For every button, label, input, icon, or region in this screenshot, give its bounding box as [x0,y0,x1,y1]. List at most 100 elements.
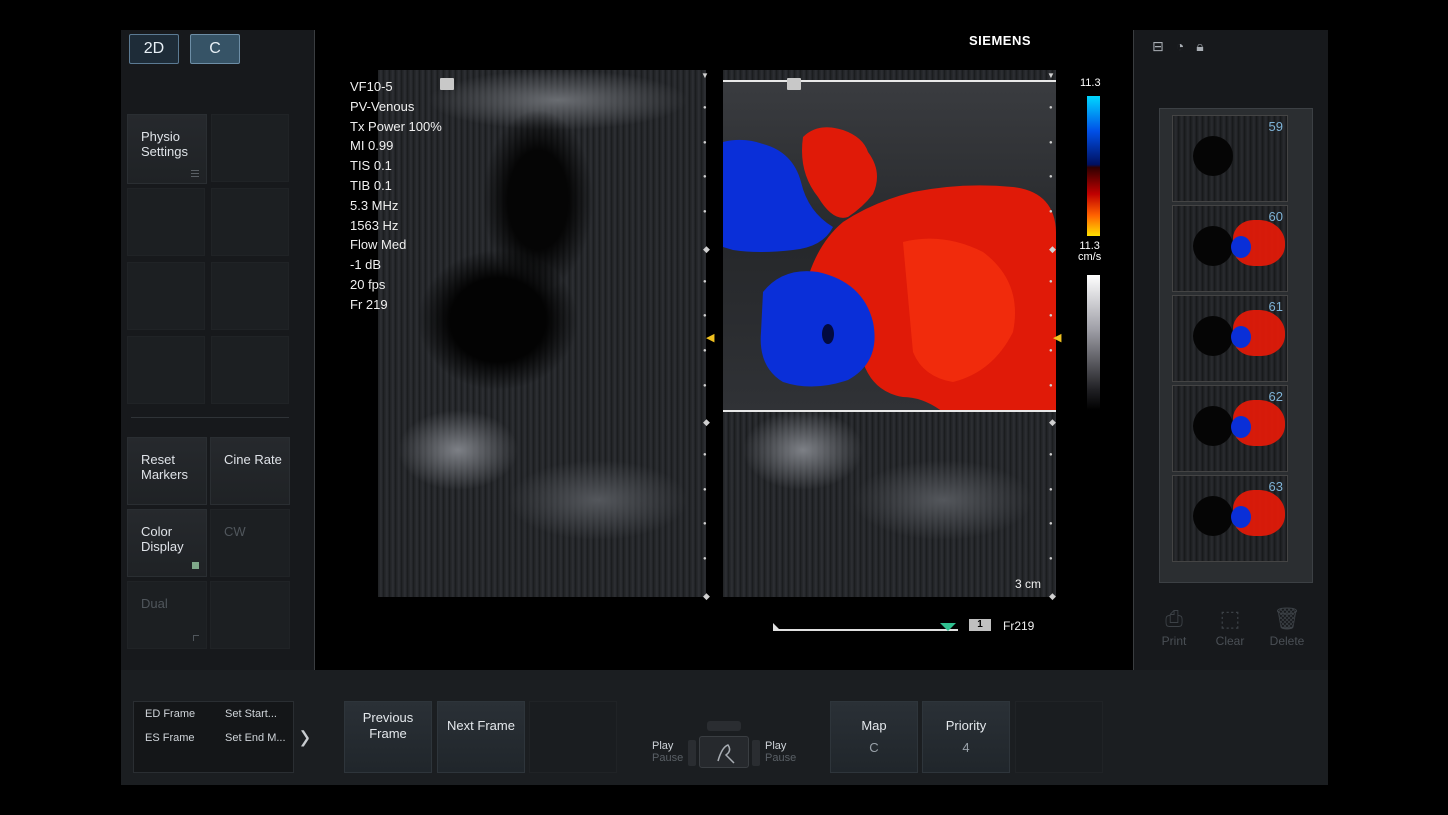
previous-frame-button[interactable]: Previous Frame [344,701,432,773]
depth-tick: ● [703,209,707,216]
depth-tick: ● [703,313,707,320]
depth-tick: ● [703,556,707,563]
previous-frame-label: Previous Frame [362,710,414,741]
trackball-icon [717,744,735,764]
cw-label: CW [224,524,246,539]
paddle-left[interactable] [688,740,696,766]
empty-soft-button [127,336,205,404]
priority-button[interactable]: Priority 4 [922,701,1010,773]
dual-button[interactable]: Dual [127,581,207,649]
empty-soft-button [127,262,205,330]
wifi-icon: ◔ [1175,38,1185,54]
thumbnail[interactable]: 62 [1172,385,1288,472]
trash-icon: 🗑︎ [1273,606,1301,631]
color-flow-box[interactable] [723,80,1056,412]
cine-frame-label: Fr219 [1003,619,1035,633]
set-end-button[interactable]: Set End M... [225,732,286,744]
paddle-right[interactable] [752,740,760,766]
depth-tick: ● [703,105,707,111]
frame-marker-group: ED Frame Set Start... ES Frame Set End M… [133,701,294,773]
play-right-group[interactable]: Play Pause [765,740,796,764]
clear-label: Clear [1215,634,1245,648]
cine-markers [773,623,956,631]
depth-tick: ● [1049,278,1053,285]
clear-button[interactable]: ⬚ Clear [1203,604,1257,648]
chevron-right-icon[interactable]: › [300,713,310,761]
ed-frame-button[interactable]: ED Frame [145,708,195,720]
priority-label: Priority [945,718,987,733]
focus-marker-icon[interactable]: ◀ [706,331,714,344]
pause-left-label: Pause [652,752,684,764]
cine-rate-label: Cine Rate [224,452,282,467]
trackball-control[interactable] [699,736,749,768]
play-left-label: Play [652,740,674,752]
top-marker-icon: ▼ [701,71,709,80]
play-right-label: Play [765,740,787,752]
physio-settings-button[interactable]: Physio Settings [127,114,207,184]
play-left-group[interactable]: Play Pause [652,740,683,764]
divider [131,417,289,418]
depth-tick: ● [1049,382,1053,389]
thumbnail[interactable]: 59 [1172,115,1288,202]
depth-tick: ● [703,347,707,354]
map-label: Map [861,718,887,733]
next-frame-button[interactable]: Next Frame [437,701,525,773]
parameter-line: Flow Med [350,237,407,253]
printer-icon: ⎙ [1165,606,1183,631]
empty-soft-button [211,114,289,182]
thumbnail[interactable]: 60 [1172,205,1288,292]
print-label: Print [1161,634,1187,648]
cine-scrollbar[interactable] [773,621,958,631]
focus-marker-icon[interactable]: ◀ [1053,331,1061,344]
cine-loop-badge: 1 [969,619,991,631]
depth-tick: ● [1049,556,1053,563]
map-button[interactable]: Map C [830,701,918,773]
thumbnail[interactable]: 61 [1172,295,1288,382]
velocity-color-bar [1087,96,1100,236]
depth-tick: ◆ [703,243,710,254]
parameter-line: VF10-5 [350,79,393,94]
depth-tick: ● [703,521,707,528]
top-marker-icon: ▼ [1047,71,1055,80]
status-icons: ⊟ ◔ 🔒︎ [1152,38,1204,55]
empty-soft-button [211,262,289,330]
thumbnail-number: 59 [1268,119,1283,134]
next-frame-label: Next Frame [447,718,515,733]
depth-tick: ● [1049,139,1053,146]
reset-markers-label: Reset Markers [141,452,188,482]
clear-icon: ⬚ [1219,606,1241,631]
parameter-line: PV-Venous [350,98,415,114]
thumbnail[interactable]: 63 [1172,475,1288,562]
empty-soft-button [211,188,289,256]
clipboard-thumbnails[interactable]: 59 60 61 62 63 [1159,108,1313,583]
empty-soft-button [127,188,205,256]
depth-tick: ● [1049,347,1053,354]
depth-tick: ● [1049,486,1053,493]
depth-tick: ● [703,139,707,146]
mode-c-button[interactable]: C [190,34,240,64]
dual-label: Dual [141,596,168,611]
cw-button[interactable]: CW [210,509,290,577]
orientation-marker-icon [787,78,801,90]
depth-tick: ◆ [1049,243,1056,254]
velocity-scale-label: 11.3 cm/s [1078,241,1101,263]
set-start-button[interactable]: Set Start... [225,708,277,720]
empty-bottom-button [529,701,617,773]
color-display-button[interactable]: Color Display [127,509,207,577]
brand-logo: SIEMENS [969,33,1032,48]
reset-markers-button[interactable]: Reset Markers [127,437,207,505]
depth-tick: ● [1049,452,1053,458]
corner-icon [193,635,199,641]
acquisition-parameters: VF10-5 PV-Venous Tx Power 100% MI 0.99 TIS 0… [350,77,442,315]
cine-rate-button[interactable]: Cine Rate [210,437,290,505]
es-frame-button[interactable]: ES Frame [145,732,195,744]
color-display-label: Color Display [141,524,184,554]
depth-tick: ◆ [703,417,710,428]
delete-button[interactable]: 🗑︎ Delete [1260,604,1314,648]
mode-2d-button[interactable]: 2D [129,34,179,64]
print-button[interactable]: ⎙ Print [1147,604,1201,648]
depth-tick: ◆ [1049,417,1056,428]
parameter-line: Tx Power 100% [350,118,442,134]
depth-tick: ● [1049,209,1053,216]
toggle-indicator-icon [192,562,199,569]
